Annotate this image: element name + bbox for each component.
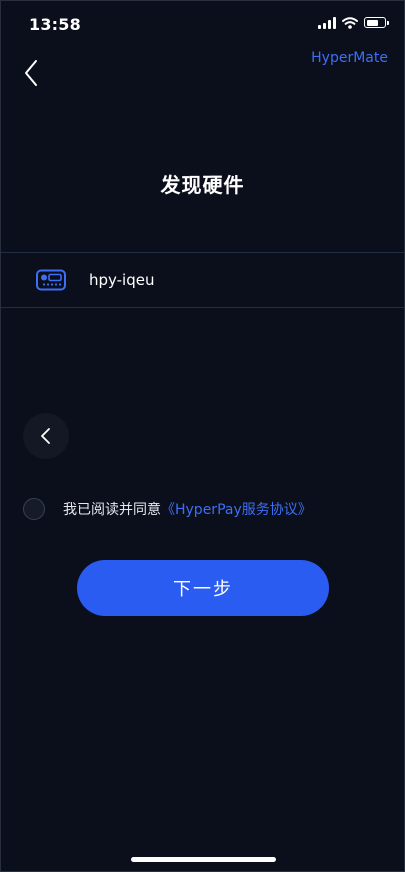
agreement-row: 我已阅读并同意 《HyperPay服务协议》 xyxy=(23,498,312,520)
floating-back-button[interactable] xyxy=(23,413,69,459)
chevron-left-icon xyxy=(25,60,37,86)
home-indicator xyxy=(131,857,276,862)
device-list-item[interactable]: hpy-iqeu xyxy=(1,252,404,308)
status-time: 13:58 xyxy=(29,15,81,34)
back-button[interactable] xyxy=(19,57,47,89)
battery-icon xyxy=(364,17,389,28)
chevron-left-icon xyxy=(41,428,50,444)
signal-icon xyxy=(318,16,336,29)
service-agreement-link[interactable]: 《HyperPay服务协议》 xyxy=(161,499,312,519)
hypermate-link[interactable]: HyperMate xyxy=(311,50,388,66)
status-icons xyxy=(318,16,389,29)
agreement-checkbox[interactable] xyxy=(23,498,45,520)
screen: 13:58 HyperMate 发现硬件 hpy-iqeu 我已阅读并同意 《H… xyxy=(0,0,405,872)
agreement-text: 我已阅读并同意 xyxy=(63,502,161,518)
hardware-wallet-icon xyxy=(36,269,66,291)
device-name: hpy-iqeu xyxy=(89,271,155,289)
wifi-icon xyxy=(342,16,358,29)
next-step-button[interactable]: 下一步 xyxy=(77,560,329,616)
page-title: 发现硬件 xyxy=(160,173,245,197)
